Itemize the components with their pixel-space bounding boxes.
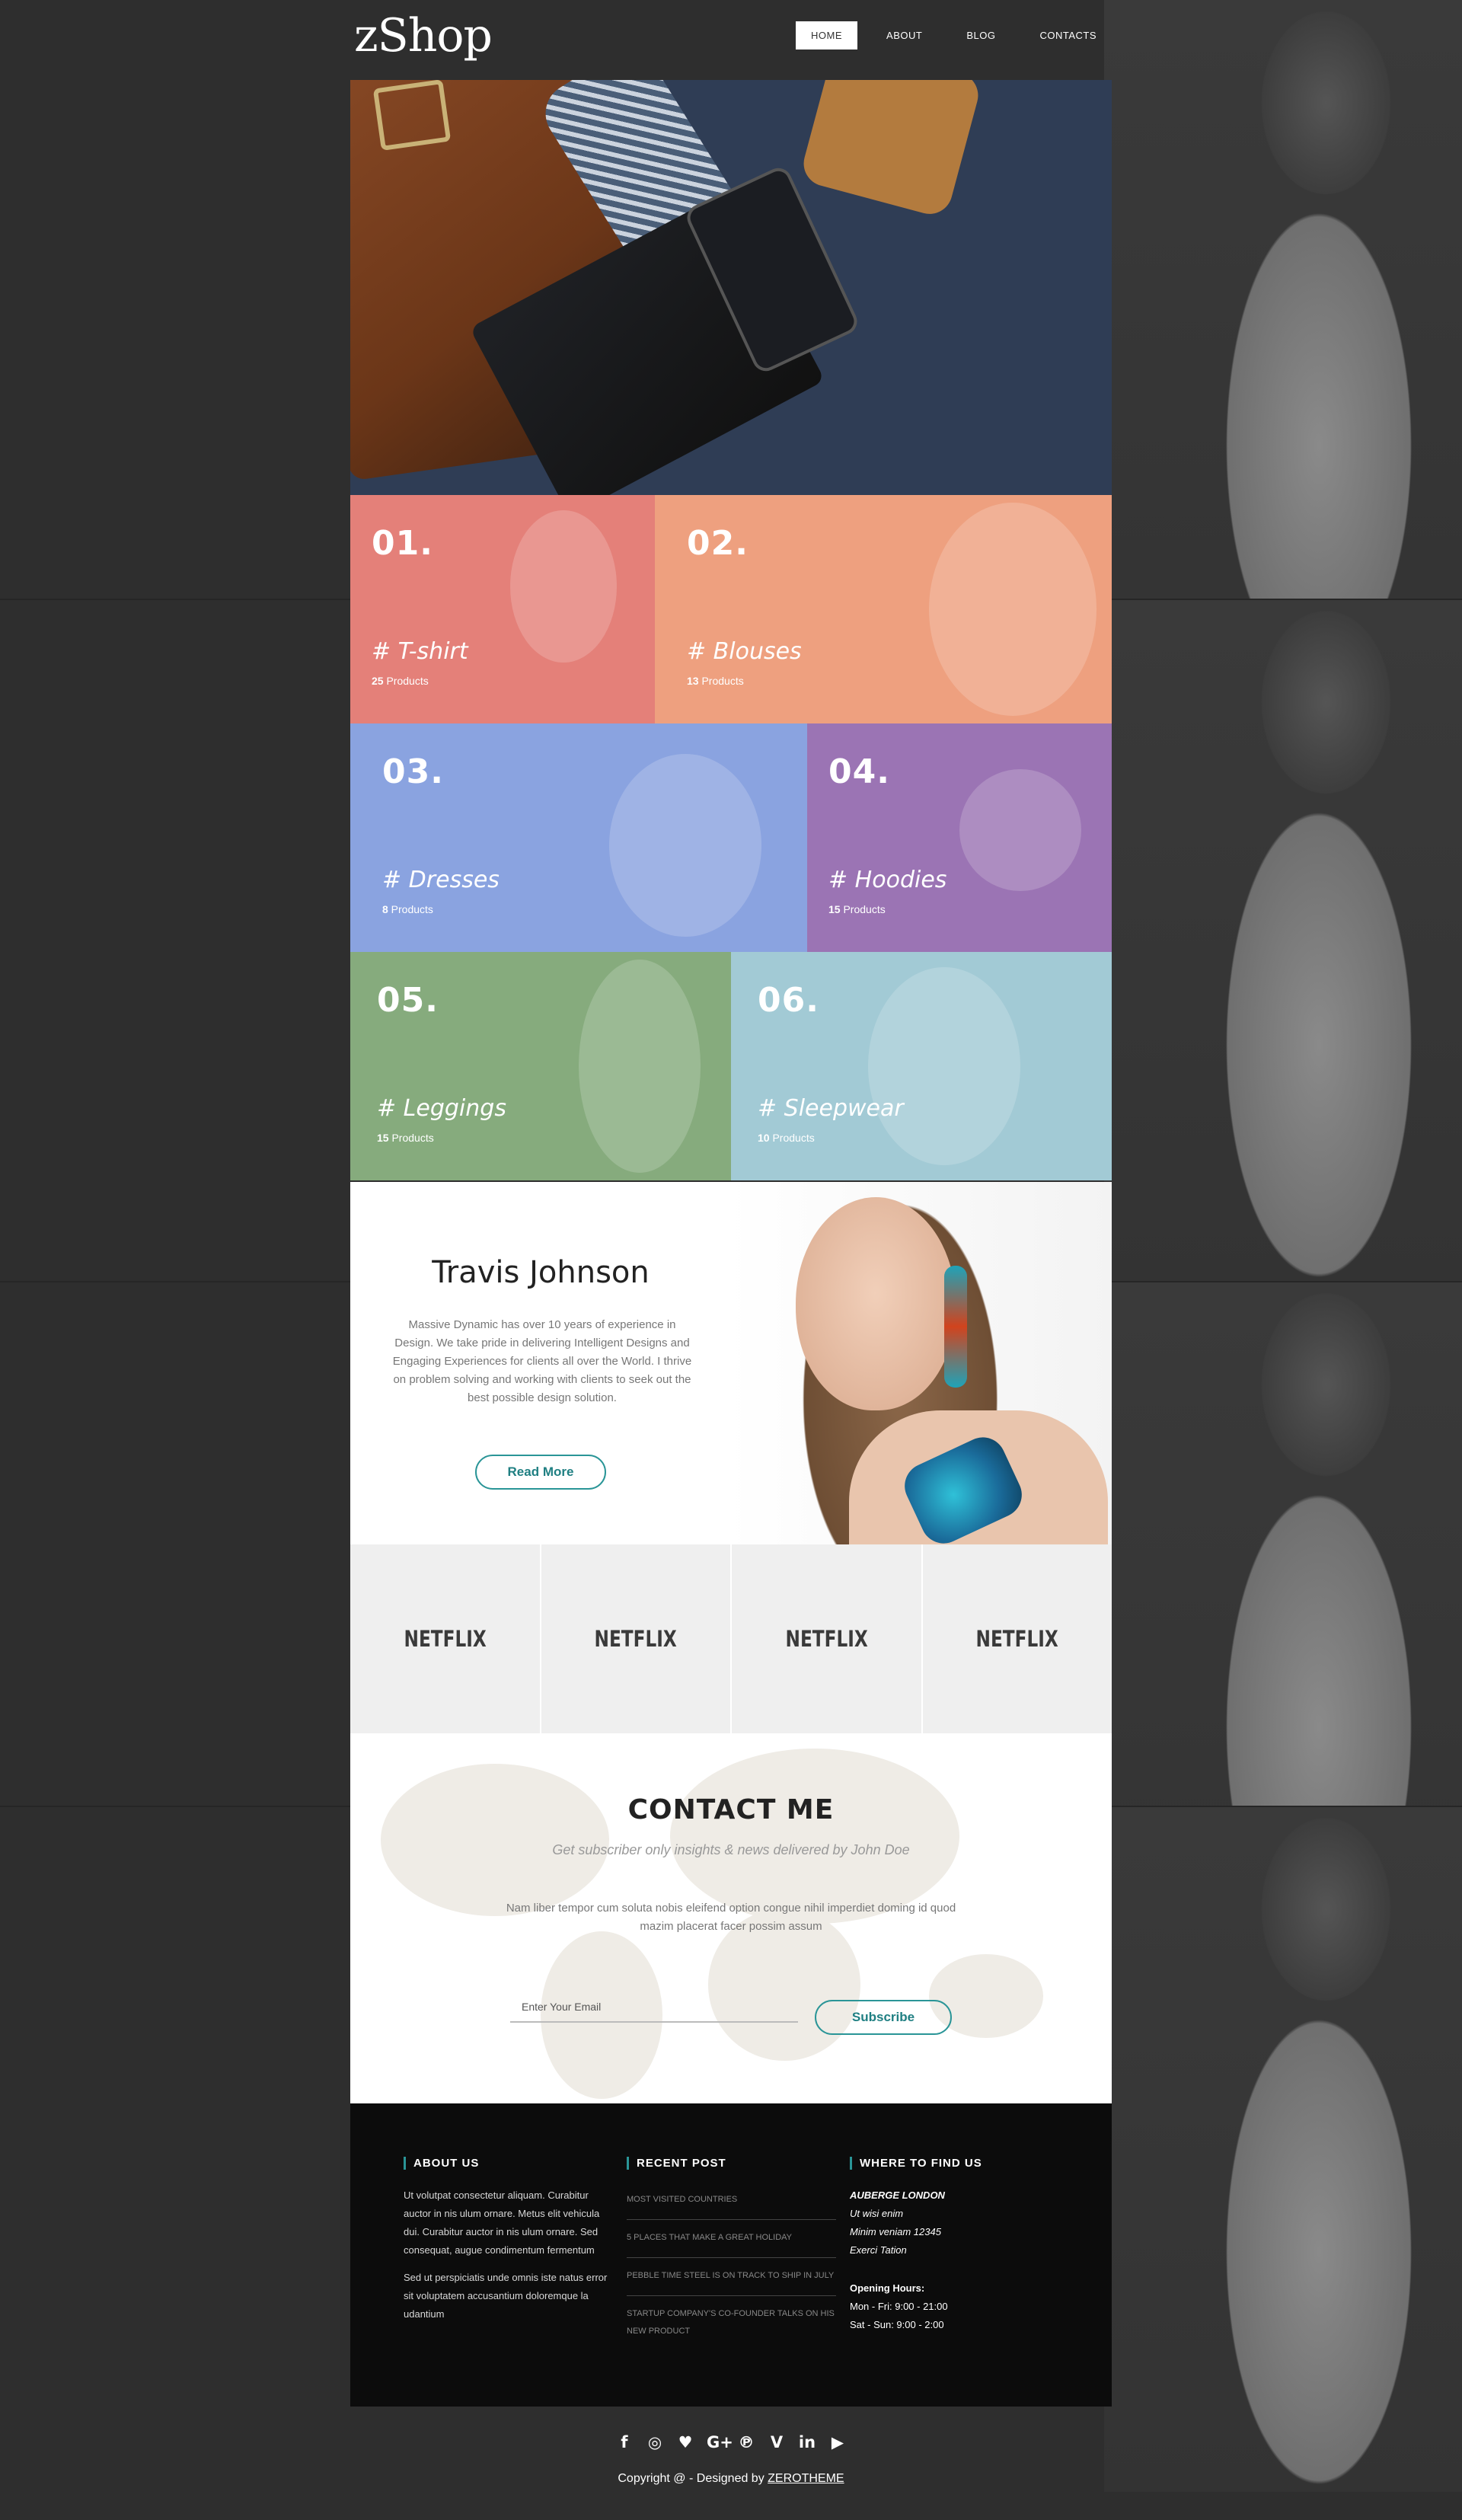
address-line: Ut wisi enim <box>850 2208 904 2219</box>
recent-post-link[interactable]: STARTUP COMPANY'S CO-FOUNDER TALKS ON HI… <box>627 2301 836 2351</box>
about-section: Travis Johnson Massive Dynamic has over … <box>350 1182 1112 1544</box>
category-name: # T-shirt <box>372 638 468 665</box>
social-links: f ◎ ♥ G+ ℗ V in ▶ <box>350 2433 1112 2451</box>
footer-find-title: WHERE TO FIND US <box>850 2157 1063 2170</box>
instagram-icon[interactable]: ◎ <box>646 2433 664 2451</box>
category-name: # Sleepwear <box>758 1095 904 1122</box>
category-number: 05. <box>377 981 439 1020</box>
address-line: Minim veniam 12345 <box>850 2226 941 2237</box>
opening-hours-line: Sat - Sun: 9:00 - 2:00 <box>850 2319 944 2330</box>
address-line: Exerci Tation <box>850 2244 907 2256</box>
partner-logo[interactable]: NETFLIX <box>350 1544 541 1733</box>
category-photo <box>609 754 761 937</box>
linkedin-icon[interactable]: in <box>798 2433 816 2451</box>
netflix-logo: NETFLIX <box>594 1626 677 1652</box>
category-name: # Hoodies <box>828 867 947 893</box>
recent-post-link[interactable]: 5 PLACES THAT MAKE A GREAT HOLIDAY <box>627 2225 836 2258</box>
google-plus-icon[interactable]: G+ <box>707 2433 733 2451</box>
world-map-shape <box>381 1764 609 1916</box>
vimeo-icon[interactable]: V <box>768 2433 786 2451</box>
netflix-logo: NETFLIX <box>975 1626 1058 1652</box>
partner-logo[interactable]: NETFLIX <box>732 1544 923 1733</box>
footer-recent-title: RECENT POST <box>627 2157 836 2170</box>
nav-blog[interactable]: BLOG <box>951 21 1010 50</box>
partner-logos: NETFLIX NETFLIX NETFLIX NETFLIX <box>350 1544 1112 1733</box>
about-name: Travis Johnson <box>432 1255 650 1290</box>
copyright: Copyright @ - Designed by ZEROTHEME <box>350 2472 1112 2486</box>
email-input[interactable] <box>510 1992 798 2023</box>
main-nav: HOME ABOUT BLOG CONTACTS <box>782 21 1112 50</box>
contact-title: CONTACT ME <box>627 1794 835 1825</box>
category-count: 13 Products <box>687 675 744 687</box>
category-name: # Blouses <box>687 638 802 665</box>
category-number: 01. <box>372 524 433 563</box>
category-count: 15 Products <box>828 903 886 915</box>
footer-about: ABOUT US Ut volutpat consectetur aliquam… <box>404 2157 609 2333</box>
about-text: Massive Dynamic has over 10 years of exp… <box>392 1318 692 1404</box>
world-map-shape <box>670 1749 959 1924</box>
category-tshirt[interactable]: 01. # T-shirt 25 Products <box>350 495 655 723</box>
category-number: 06. <box>758 981 819 1020</box>
partner-logo[interactable]: NETFLIX <box>541 1544 732 1733</box>
category-number: 04. <box>828 752 890 791</box>
nav-contacts[interactable]: CONTACTS <box>1024 21 1112 50</box>
category-photo <box>510 510 617 663</box>
category-dresses[interactable]: 03. # Dresses 8 Products <box>350 723 807 952</box>
nav-about[interactable]: ABOUT <box>871 21 937 50</box>
youtube-icon[interactable]: ▶ <box>828 2433 847 2451</box>
hero-image <box>350 80 1112 495</box>
copyright-text: Copyright @ - Designed by <box>618 2472 768 2485</box>
category-hoodies[interactable]: 04. # Hoodies 15 Products <box>807 723 1112 952</box>
site-logo[interactable]: zShop <box>354 9 493 62</box>
contact-description: Nam liber tempor cum soluta nobis eleife… <box>506 1902 956 1933</box>
footer-about-title: ABOUT US <box>404 2157 609 2170</box>
address-line: AUBERGE LONDON <box>850 2189 945 2201</box>
contact-section: CONTACT ME Get subscriber only insights … <box>350 1733 1112 2103</box>
category-name: # Leggings <box>377 1095 506 1122</box>
category-sleepwear[interactable]: 06. # Sleepwear 10 Products <box>731 952 1112 1180</box>
read-more-button[interactable]: Read More <box>475 1455 606 1490</box>
category-photo <box>868 967 1020 1165</box>
twitter-icon[interactable]: ♥ <box>676 2433 694 2451</box>
category-count: 8 Products <box>382 903 433 915</box>
recent-post-link[interactable]: PEBBLE TIME STEEL IS ON TRACK TO SHIP IN… <box>627 2263 836 2296</box>
background-figure <box>1104 1806 1462 2492</box>
category-name: # Dresses <box>382 867 500 893</box>
netflix-logo: NETFLIX <box>785 1626 868 1652</box>
category-number: 03. <box>382 752 444 791</box>
footer-find-us: WHERE TO FIND US AUBERGE LONDON Ut wisi … <box>850 2157 1063 2334</box>
category-photo <box>579 960 701 1173</box>
site-header: zShop HOME ABOUT BLOG CONTACTS <box>350 0 1112 80</box>
opening-hours-line: Mon - Fri: 9:00 - 21:00 <box>850 2301 948 2312</box>
category-count: 10 Products <box>758 1132 815 1144</box>
opening-hours-title: Opening Hours: <box>850 2282 925 2294</box>
category-leggings[interactable]: 05. # Leggings 15 Products <box>350 952 731 1180</box>
nav-home[interactable]: HOME <box>796 21 858 50</box>
pinterest-icon[interactable]: ℗ <box>737 2433 755 2451</box>
netflix-logo: NETFLIX <box>404 1626 487 1652</box>
recent-post-link[interactable]: MOST VISITED COUNTRIES <box>627 2186 836 2220</box>
leather-strap <box>798 80 984 219</box>
category-count: 15 Products <box>377 1132 434 1144</box>
model-portrait <box>727 1182 1112 1544</box>
portrait-earring <box>944 1266 967 1388</box>
footer-about-text: Ut volutpat consectetur aliquam. Curabit… <box>404 2189 600 2256</box>
category-blouses[interactable]: 02. # Blouses 13 Products <box>655 495 1112 723</box>
facebook-icon[interactable]: f <box>615 2433 634 2451</box>
category-photo <box>959 769 1081 891</box>
partner-logo[interactable]: NETFLIX <box>922 1544 1112 1733</box>
footer-recent-posts: RECENT POST MOST VISITED COUNTRIES 5 PLA… <box>627 2157 836 2356</box>
background-figure <box>1104 0 1462 685</box>
bag-clasp <box>372 80 452 152</box>
footer-about-text-2: Sed ut perspiciatis unde omnis iste natu… <box>404 2272 608 2320</box>
contact-subtitle: Get subscriber only insights & news deli… <box>552 1842 910 1857</box>
background-figure <box>1104 599 1462 1285</box>
category-photo <box>929 503 1096 716</box>
zerotheme-link[interactable]: ZEROTHEME <box>768 2472 844 2485</box>
portrait-face <box>796 1197 956 1410</box>
category-count: 25 Products <box>372 675 429 687</box>
site-footer: ABOUT US Ut volutpat consectetur aliquam… <box>350 2103 1112 2407</box>
subscribe-button[interactable]: Subscribe <box>815 2000 952 2035</box>
category-number: 02. <box>687 524 749 563</box>
